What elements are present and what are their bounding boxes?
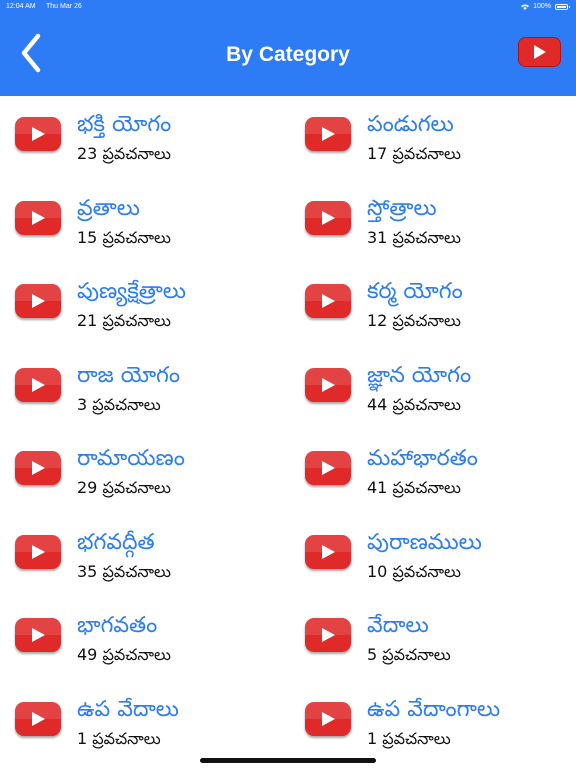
category-count: 21 ప్రవచనాలు <box>77 311 171 330</box>
category-count: 1 ప్రవచనాలు <box>77 728 161 748</box>
category-item[interactable]: వ్రతాలు 15 ప్రవచనాలు <box>0 181 288 265</box>
youtube-icon <box>15 367 61 402</box>
category-title: వేదాలు <box>367 613 429 638</box>
category-title: వ్రతాలు <box>77 195 140 221</box>
category-item[interactable]: రామాయణం 29 ప్రవచనాలు <box>0 431 288 515</box>
category-count: 1 ప్రవచనాలు <box>367 728 451 748</box>
category-count: 15 ప్రవచనాలు <box>77 227 171 247</box>
youtube-icon <box>305 534 351 569</box>
category-count: 29 ప్రవచనాలు <box>77 478 171 497</box>
youtube-icon <box>305 618 351 652</box>
youtube-icon <box>15 117 61 151</box>
youtube-icon <box>305 367 351 402</box>
battery-level <box>557 5 566 8</box>
category-item[interactable]: ఉప వేదాలు 1 ప్రవచనాలు <box>0 682 288 766</box>
category-count: 44 ప్రవచనాలు <box>367 394 461 414</box>
category-item[interactable]: స్తోత్రాలు 31 ప్రవచనాలు <box>290 181 576 265</box>
category-item[interactable]: కర్మ యోగం 12 ప్రవచనాలు <box>290 264 576 348</box>
youtube-icon <box>15 701 61 736</box>
category-title: భాగవతం <box>77 613 158 638</box>
status-date: Thu Mar 26 <box>46 3 82 10</box>
status-time: 12:04 AM <box>6 3 36 10</box>
category-count: 12 ప్రవచనాలు <box>367 311 461 330</box>
category-count: 5 ప్రవచనాలు <box>367 645 451 664</box>
category-item[interactable]: ఉప వేదాంగాలు 1 ప్రవచనాలు <box>290 682 576 766</box>
youtube-icon <box>15 618 61 652</box>
status-right: 100% <box>521 3 570 10</box>
category-title: రాజ యోగం <box>77 362 181 388</box>
category-title: కర్మ యోగం <box>367 279 463 304</box>
page-title: By Category <box>226 43 350 66</box>
wifi-icon <box>521 4 530 10</box>
youtube-button[interactable] <box>518 37 561 68</box>
category-item[interactable]: జ్ఞాన యోగం 44 ప్రవచనాలు <box>290 348 576 432</box>
category-count: 17 ప్రవచనాలు <box>367 144 461 163</box>
category-title: రామాయణం <box>77 446 185 471</box>
battery-icon <box>555 3 570 10</box>
category-title: భగవద్గీత <box>77 529 155 555</box>
category-title: పండుగలు <box>367 112 454 137</box>
category-item[interactable]: రాజ యోగం 3 ప్రవచనాలు <box>0 348 288 432</box>
category-item[interactable]: భాగవతం 49 ప్రవచనాలు <box>0 598 288 682</box>
category-count: 35 ప్రవచనాలు <box>77 561 171 581</box>
youtube-icon <box>305 451 351 485</box>
youtube-icon <box>15 284 61 318</box>
category-count: 49 ప్రవచనాలు <box>77 645 171 664</box>
category-count: 10 ప్రవచనాలు <box>367 561 461 581</box>
category-title: జ్ఞాన యోగం <box>367 362 472 388</box>
youtube-icon <box>15 451 61 485</box>
battery-percent: 100% <box>533 3 551 10</box>
category-item[interactable]: పురాణములు 10 ప్రవచనాలు <box>290 515 576 599</box>
category-item[interactable]: వేదాలు 5 ప్రవచనాలు <box>290 598 576 682</box>
youtube-icon <box>305 200 351 235</box>
category-item[interactable]: పండుగలు 17 ప్రవచనాలు <box>290 97 576 181</box>
category-item[interactable]: పుణ్యక్షేత్రాలు 21 ప్రవచనాలు <box>0 264 288 348</box>
youtube-icon <box>518 37 561 67</box>
youtube-icon <box>305 284 351 318</box>
youtube-icon <box>15 534 61 569</box>
category-title: స్తోత్రాలు <box>367 195 437 221</box>
category-title: ఉప వేదాంగాలు <box>367 696 501 722</box>
category-item[interactable]: భక్తి యోగం 23 ప్రవచనాలు <box>0 97 288 181</box>
category-count: 31 ప్రవచనాలు <box>367 227 461 247</box>
youtube-icon <box>305 117 351 151</box>
category-count: 23 ప్రవచనాలు <box>77 144 171 163</box>
category-count: 41 ప్రవచనాలు <box>367 478 461 497</box>
status-bar: 12:04 AM Thu Mar 26 100% <box>0 0 576 14</box>
category-item[interactable]: భగవద్గీత 35 ప్రవచనాలు <box>0 515 288 599</box>
home-indicator <box>200 758 376 763</box>
category-item[interactable]: మహాభారతం 41 ప్రవచనాలు <box>290 431 576 515</box>
category-title: పురాణములు <box>367 529 482 555</box>
nav-bar: By Category <box>0 14 576 96</box>
youtube-icon <box>15 200 61 235</box>
category-title: పుణ్యక్షేత్రాలు <box>77 279 186 304</box>
youtube-icon <box>305 701 351 736</box>
category-title: ఉప వేదాలు <box>77 696 179 722</box>
category-title: మహాభారతం <box>367 446 478 471</box>
category-title: భక్తి యోగం <box>77 112 172 137</box>
category-count: 3 ప్రవచనాలు <box>77 394 161 414</box>
